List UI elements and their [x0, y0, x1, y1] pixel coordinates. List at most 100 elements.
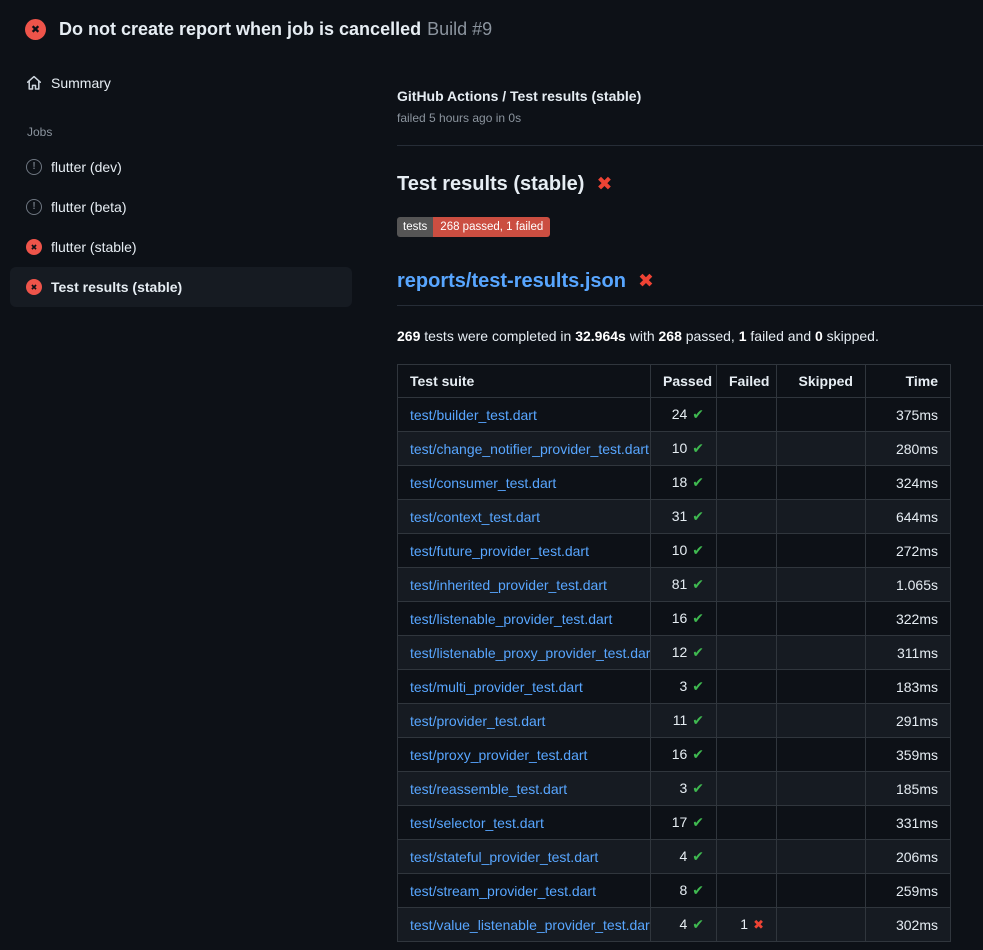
summary-segment: 268: [659, 328, 682, 344]
report-file-link[interactable]: reports/test-results.json: [397, 270, 626, 293]
test-suite-link[interactable]: test/stream_provider_test.dart: [410, 883, 596, 899]
skipped-cell: [777, 840, 866, 874]
test-suite-link[interactable]: test/proxy_provider_test.dart: [410, 747, 587, 763]
sidebar-summary-label: Summary: [51, 75, 111, 91]
passed-cell: 10✔: [651, 432, 717, 466]
suite-cell: test/listenable_provider_test.dart: [398, 602, 651, 636]
pass-check-icon: ✔: [692, 747, 704, 763]
summary-segment: skipped.: [823, 328, 879, 344]
skipped-cell: [777, 568, 866, 602]
test-suite-link[interactable]: test/listenable_provider_test.dart: [410, 611, 612, 627]
failed-status-icon: ✖: [25, 19, 46, 40]
skipped-cell: [777, 432, 866, 466]
skipped-cell: [777, 500, 866, 534]
run-meta-text: failed 5 hours ago in 0s: [397, 111, 983, 125]
test-suite-link[interactable]: test/value_listenable_provider_test.dart: [410, 917, 651, 933]
skipped-cell: [777, 806, 866, 840]
passed-cell: 8✔: [651, 874, 717, 908]
passed-cell: 16✔: [651, 602, 717, 636]
table-header-row: Test suitePassedFailedSkippedTime: [398, 365, 951, 398]
column-header: Passed: [651, 365, 717, 398]
time-cell: 259ms: [866, 874, 951, 908]
sidebar-item-summary[interactable]: Summary: [10, 65, 352, 101]
failed-status-icon: ✖: [26, 239, 42, 255]
sidebar-job-label: Test results (stable): [51, 279, 182, 295]
test-suite-link[interactable]: test/inherited_provider_test.dart: [410, 577, 607, 593]
suite-cell: test/provider_test.dart: [398, 704, 651, 738]
sidebar-job-item[interactable]: ✖flutter (stable): [10, 227, 352, 267]
sidebar: Summary Jobs !flutter (dev)!flutter (bet…: [0, 53, 362, 307]
passed-cell: 3✔: [651, 670, 717, 704]
suite-cell: test/stream_provider_test.dart: [398, 874, 651, 908]
suite-cell: test/proxy_provider_test.dart: [398, 738, 651, 772]
passed-cell: 12✔: [651, 636, 717, 670]
test-suite-link[interactable]: test/builder_test.dart: [410, 407, 537, 423]
skipped-cell: [777, 636, 866, 670]
suite-cell: test/consumer_test.dart: [398, 466, 651, 500]
failed-cell: [717, 568, 777, 602]
test-suite-link[interactable]: test/stateful_provider_test.dart: [410, 849, 598, 865]
pass-check-icon: ✔: [692, 883, 704, 899]
time-cell: 185ms: [866, 772, 951, 806]
report-file-heading: reports/test-results.json ✖: [397, 270, 983, 306]
test-suite-link[interactable]: test/consumer_test.dart: [410, 475, 556, 491]
test-suite-link[interactable]: test/selector_test.dart: [410, 815, 544, 831]
time-cell: 311ms: [866, 636, 951, 670]
test-suite-link[interactable]: test/provider_test.dart: [410, 713, 545, 729]
neutral-status-icon: !: [26, 199, 42, 215]
failed-x-icon: ✖: [638, 272, 654, 291]
passed-cell: 3✔: [651, 772, 717, 806]
table-row: test/stream_provider_test.dart 8✔ 259ms: [398, 874, 951, 908]
table-body: test/builder_test.dart24✔375ms test/chang…: [398, 398, 951, 942]
pass-check-icon: ✔: [692, 713, 704, 729]
failed-status-icon: ✖: [26, 279, 42, 295]
summary-segment: 0: [815, 328, 823, 344]
failed-cell: [717, 534, 777, 568]
test-suite-link[interactable]: test/change_notifier_provider_test.dart: [410, 441, 649, 457]
skipped-cell: [777, 908, 866, 942]
table-row: test/stateful_provider_test.dart4✔206ms: [398, 840, 951, 874]
suite-cell: test/builder_test.dart: [398, 398, 651, 432]
table-row: test/inherited_provider_test.dart81✔1.06…: [398, 568, 951, 602]
skipped-cell: [777, 466, 866, 500]
test-suite-link[interactable]: test/reassemble_test.dart: [410, 781, 567, 797]
pass-check-icon: ✔: [692, 645, 704, 661]
test-suite-link[interactable]: test/listenable_proxy_provider_test.dart: [410, 645, 651, 661]
time-cell: 1.065s: [866, 568, 951, 602]
time-cell: 331ms: [866, 806, 951, 840]
table-row: test/selector_test.dart17✔331ms: [398, 806, 951, 840]
time-cell: 272ms: [866, 534, 951, 568]
skipped-cell: [777, 874, 866, 908]
column-header: Test suite: [398, 365, 651, 398]
pass-check-icon: ✔: [692, 679, 704, 695]
suite-cell: test/reassemble_test.dart: [398, 772, 651, 806]
column-header: Skipped: [777, 365, 866, 398]
suite-cell: test/context_test.dart: [398, 500, 651, 534]
build-number: Build #9: [427, 19, 492, 39]
pass-check-icon: ✔: [692, 781, 704, 797]
failed-cell: [717, 772, 777, 806]
summary-segment: passed,: [682, 328, 739, 344]
column-header: Failed: [717, 365, 777, 398]
table-row: test/builder_test.dart24✔375ms: [398, 398, 951, 432]
suite-cell: test/inherited_provider_test.dart: [398, 568, 651, 602]
failed-x-icon: ✖: [596, 175, 612, 194]
sidebar-job-item[interactable]: !flutter (beta): [10, 187, 352, 227]
report-summary-text: 269 tests were completed in 32.964s with…: [397, 328, 983, 344]
failed-cell: [717, 874, 777, 908]
passed-cell: 16✔: [651, 738, 717, 772]
time-cell: 280ms: [866, 432, 951, 466]
summary-segment: tests were completed in: [420, 328, 575, 344]
test-suite-link[interactable]: test/context_test.dart: [410, 509, 540, 525]
failed-cell: [717, 704, 777, 738]
test-suite-link[interactable]: test/future_provider_test.dart: [410, 543, 589, 559]
sidebar-job-item[interactable]: !flutter (dev): [10, 147, 352, 187]
suite-cell: test/multi_provider_test.dart: [398, 670, 651, 704]
badge-label: tests: [397, 217, 433, 237]
suite-cell: test/listenable_proxy_provider_test.dart: [398, 636, 651, 670]
skipped-cell: [777, 534, 866, 568]
main-panel: GitHub Actions / Test results (stable) f…: [397, 53, 983, 942]
test-suite-link[interactable]: test/multi_provider_test.dart: [410, 679, 583, 695]
run-title-text: Do not create report when job is cancell…: [59, 19, 421, 39]
sidebar-job-item[interactable]: ✖ Test results (stable): [10, 267, 352, 307]
